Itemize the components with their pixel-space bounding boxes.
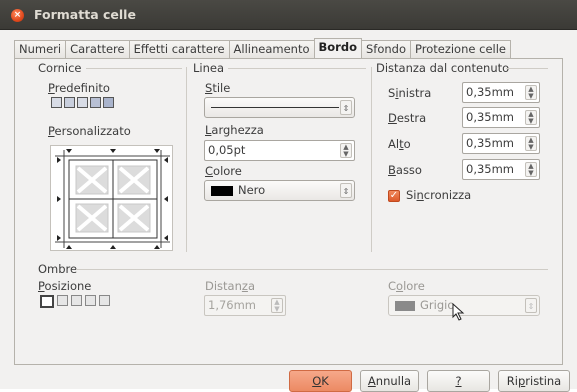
tab-sfondo[interactable]: Sfondo: [360, 40, 411, 59]
personalizzato-label: Personalizzato: [48, 124, 131, 138]
predefinito-label: Predefinito: [48, 81, 110, 95]
shadow-none-icon[interactable]: [40, 295, 54, 308]
chevron-down-icon: ⇕: [525, 298, 537, 313]
window-title: Formatta celle: [34, 7, 136, 22]
chevron-down-icon: ⇕: [340, 100, 352, 115]
larghezza-value: 0,05pt: [208, 143, 246, 157]
shadow-top-right-icon[interactable]: [71, 295, 82, 306]
border-preview-graphic: [55, 149, 170, 249]
linea-label: Linea: [193, 61, 225, 75]
ombre-distanza-field[interactable]: 1,76mm ▲ ▼: [204, 295, 286, 316]
basso-value: 0,35mm: [466, 162, 515, 176]
spin-arrows-icon[interactable]: ▲ ▼: [271, 298, 283, 313]
preset-none-icon[interactable]: [51, 97, 62, 108]
preset-outer-icon[interactable]: [64, 97, 75, 108]
colore-value: Nero: [238, 183, 266, 197]
sincronizza-checkbox[interactable]: ✓: [388, 190, 400, 202]
destra-field[interactable]: 0,35mm ▲ ▼: [462, 107, 540, 128]
spin-arrows-icon[interactable]: ▲ ▼: [525, 85, 537, 100]
sinistra-label: Sinistra: [388, 86, 432, 100]
basso-field[interactable]: 0,35mm ▲ ▼: [462, 159, 540, 180]
mouse-cursor-icon: [452, 303, 465, 321]
destra-label: Destra: [388, 111, 427, 125]
cornice-separator: [86, 68, 182, 69]
colore-select[interactable]: Nero ⇕: [204, 180, 355, 201]
sinistra-value: 0,35mm: [466, 85, 515, 99]
tab-protezione-celle[interactable]: Protezione celle: [410, 40, 511, 59]
spin-arrows-icon[interactable]: ▲ ▼: [340, 143, 352, 158]
cornice-label: Cornice: [38, 61, 82, 75]
preset-outer-inner-icon[interactable]: [90, 97, 101, 108]
stile-label: Stile: [205, 81, 231, 95]
shadow-bottom-right-icon[interactable]: [57, 295, 68, 306]
shadow-bottom-left-icon[interactable]: [85, 295, 96, 306]
close-icon[interactable]: ×: [11, 9, 24, 22]
tab-allineamento[interactable]: Allineamento: [228, 40, 315, 59]
spin-arrows-icon[interactable]: ▲ ▼: [525, 110, 537, 125]
tab-bordo[interactable]: Bordo: [313, 38, 362, 59]
alto-label: Alto: [388, 137, 411, 151]
larghezza-field[interactable]: 0,05pt ▲ ▼: [204, 140, 355, 161]
color-swatch: [211, 186, 233, 196]
distanza-label: Distanza dal contenuto: [376, 61, 510, 75]
tab-carattere[interactable]: Carattere: [65, 40, 130, 59]
shadow-position-icons: [40, 295, 110, 308]
basso-label: Basso: [388, 163, 422, 177]
alto-value: 0,35mm: [466, 136, 515, 150]
shadow-top-left-icon[interactable]: [99, 295, 110, 306]
ombre-separator: [76, 269, 548, 270]
linea-separator: [228, 68, 366, 69]
tab-numeri[interactable]: Numeri: [14, 40, 67, 59]
title-bar: × Formatta celle: [0, 0, 577, 30]
stile-select[interactable]: ⇕: [204, 97, 355, 118]
sinistra-field[interactable]: 0,35mm ▲ ▼: [462, 82, 540, 103]
spin-arrows-icon[interactable]: ▲ ▼: [525, 136, 537, 151]
distanza-separator: [506, 68, 548, 69]
ombre-colore-value: Grigio: [420, 298, 455, 312]
ombre-distanza-label: Distanza: [205, 279, 255, 293]
chevron-down-icon: ⇕: [340, 183, 352, 198]
tab-effetti-carattere[interactable]: Effetti carattere: [128, 40, 230, 59]
larghezza-label: Larghezza: [205, 123, 264, 137]
colore-label: Colore: [205, 164, 242, 178]
preset-border-icons: [51, 97, 114, 108]
color-swatch: [395, 301, 415, 311]
destra-value: 0,35mm: [466, 110, 515, 124]
ombre-colore-label: Colore: [388, 279, 425, 293]
posizione-label: Posizione: [38, 279, 92, 293]
linea-distanza-divider: [371, 67, 372, 252]
line-style-preview: [211, 107, 339, 108]
preset-outer-horizontal-icon[interactable]: [77, 97, 88, 108]
preset-all-icon[interactable]: [103, 97, 114, 108]
tab-bar: Numeri Carattere Effetti carattere Allin…: [14, 38, 511, 59]
border-editor[interactable]: [50, 145, 173, 251]
ombre-distanza-value: 1,76mm: [208, 298, 257, 312]
sincronizza-label: Sincronizza: [406, 188, 472, 202]
ombre-label: Ombre: [38, 262, 78, 276]
cornice-linea-divider: [186, 67, 187, 252]
alto-field[interactable]: 0,35mm ▲ ▼: [462, 133, 540, 154]
spin-arrows-icon[interactable]: ▲ ▼: [525, 162, 537, 177]
